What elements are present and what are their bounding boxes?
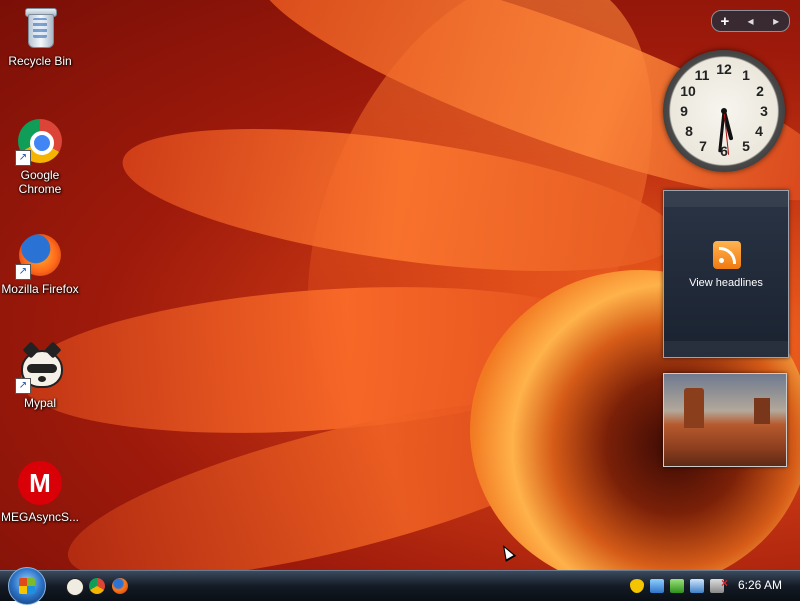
clock-numeral: 2 [756,83,764,99]
previous-gadget-button[interactable]: ◂ [738,14,764,28]
security-shield-icon[interactable] [630,579,644,593]
shortcut-arrow-icon: ↗ [15,264,31,280]
mouse-cursor-icon [497,542,517,562]
shortcut-arrow-icon: ↗ [15,150,31,166]
clock-numeral: 9 [680,103,688,119]
clock-face: 12 1 2 3 4 5 6 7 8 9 10 11 [680,61,768,159]
firefox-icon: ↗ [15,232,63,280]
clock-numeral: 4 [755,123,763,139]
recycle-bin-icon [17,4,63,50]
sidebar-controls: + ◂ ▸ [711,10,790,32]
desktop-icon-label: Mozilla Firefox [1,282,79,296]
rss-icon [713,241,741,269]
chrome-icon: ↗ [15,118,63,166]
update-icon[interactable] [670,579,684,593]
mypal-raccoon-icon: ↗ [15,341,63,394]
taskbar: 6:26 AM [0,567,800,605]
clock-numeral: 12 [716,61,732,77]
feed-headlines-gadget[interactable]: View headlines [663,190,789,358]
desktop-icon-recycle-bin[interactable]: Recycle Bin [0,4,80,68]
desktop-icon-megasync[interactable]: M MEGAsyncS... [0,460,80,524]
desktop-icon-mozilla-firefox[interactable]: ↗ Mozilla Firefox [0,232,80,296]
mega-icon: M [17,460,63,506]
quick-launch-mypal-icon[interactable] [66,578,84,596]
clock-numeral: 1 [742,67,750,83]
quick-launch-chrome-icon[interactable] [89,578,105,594]
desktop-wallpaper: Recycle Bin ↗ Google Chrome ↗ Mozilla Fi… [0,0,800,570]
clock-numeral: 10 [680,83,696,99]
desktop-icon-label: Google Chrome [18,168,62,196]
clock-numeral: 5 [742,138,750,154]
shortcut-arrow-icon: ↗ [15,378,31,394]
desktop-icon-mypal[interactable]: ↗ Mypal [0,341,80,410]
clock-numeral: 7 [699,138,707,154]
clock-gadget[interactable]: 12 1 2 3 4 5 6 7 8 9 10 11 [663,50,785,172]
taskbar-clock[interactable]: 6:26 AM [738,578,782,592]
desktop-icon-label: MEGAsyncS... [0,510,80,524]
start-button[interactable] [8,567,46,605]
clock-numeral: 11 [695,67,710,83]
desktop-icon-google-chrome[interactable]: ↗ Google Chrome [0,118,80,196]
clock-numeral: 8 [685,123,693,139]
next-gadget-button[interactable]: ▸ [763,14,789,28]
add-gadget-button[interactable]: + [712,13,738,30]
slideshow-gadget[interactable] [663,373,787,467]
desktop-icon-label: Mypal [23,396,56,410]
network-icon[interactable] [650,579,664,593]
view-headlines-link[interactable]: View headlines [664,277,788,289]
muted-speaker-icon[interactable] [710,576,728,593]
system-tray [630,575,728,597]
desktop-icon-label: Recycle Bin [8,54,72,68]
clock-numeral: 3 [760,103,768,119]
quick-launch-firefox-icon[interactable] [112,578,128,594]
desert-butte-photo [684,388,704,428]
computer-icon[interactable] [690,579,704,593]
